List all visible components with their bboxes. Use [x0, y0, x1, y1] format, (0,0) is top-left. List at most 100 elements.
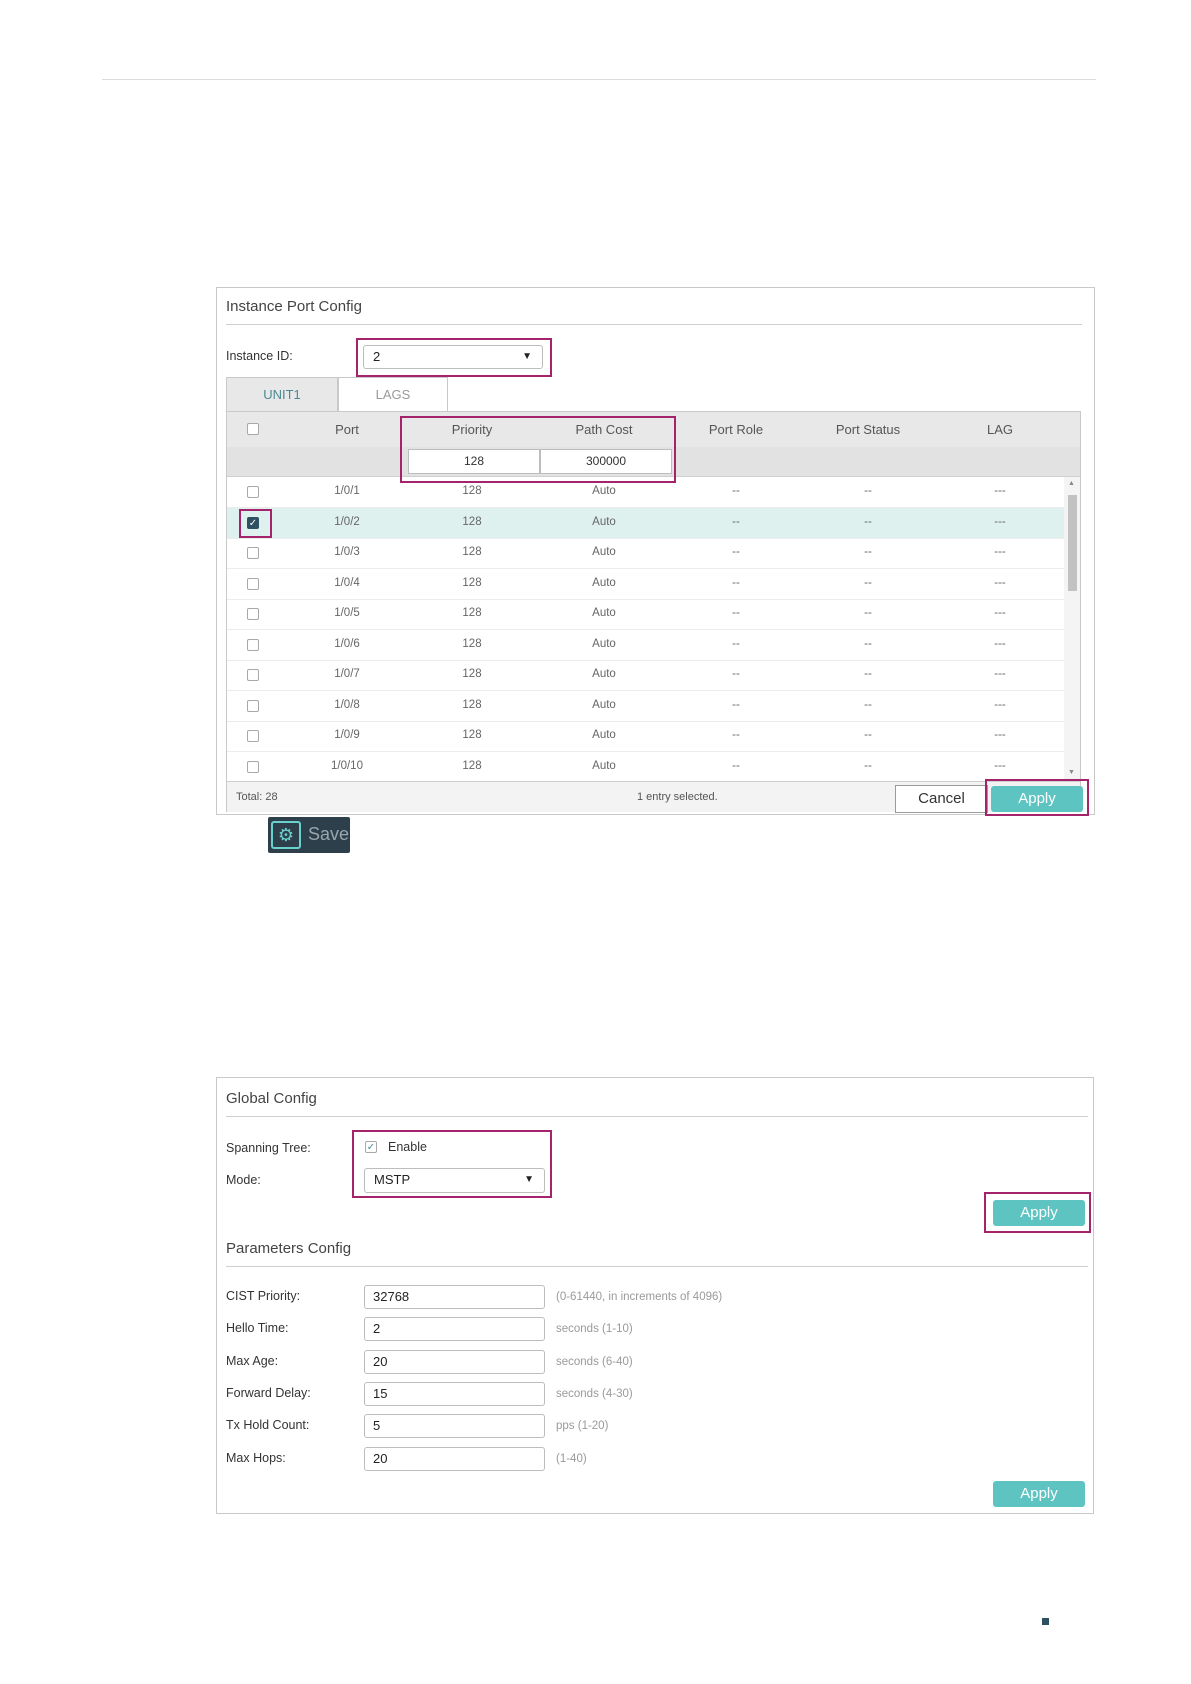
table-row[interactable]: 1/0/8 128 Auto -- -- ---: [227, 691, 1064, 722]
chevron-down-icon: ▼: [524, 1174, 534, 1185]
scroll-up-icon[interactable]: ▲: [1068, 480, 1075, 487]
row-checkbox[interactable]: [247, 669, 259, 681]
table-row[interactable]: 1/0/5 128 Auto -- -- ---: [227, 599, 1064, 630]
table-cell-role: --: [732, 607, 740, 619]
table-cell-path-cost: Auto: [592, 668, 616, 680]
scroll-down-icon[interactable]: ▼: [1068, 769, 1075, 776]
table-cell-status: --: [864, 729, 872, 741]
row-checkbox[interactable]: [247, 638, 259, 651]
table-cell-lag: ---: [994, 698, 1006, 711]
param-input[interactable]: 20: [364, 1446, 545, 1471]
row-checkbox[interactable]: [247, 608, 259, 620]
table-row[interactable]: 1/0/7 128 Auto -- -- ---: [227, 660, 1064, 691]
table-cell-priority: 128: [462, 607, 482, 619]
row-checkbox[interactable]: [247, 699, 259, 712]
table-cell-lag: ---: [994, 668, 1006, 680]
panel-divider: [226, 1266, 1088, 1267]
table-cell-status: --: [864, 485, 872, 497]
enable-checkbox[interactable]: ✓: [365, 1141, 377, 1153]
param-label: CIST Priority:: [226, 1289, 301, 1303]
table-cell-status: --: [864, 698, 872, 711]
mode-select[interactable]: MSTP ▼: [364, 1168, 545, 1193]
table-cell-port: 1/0/7: [334, 668, 360, 680]
table-row[interactable]: 1/0/4 128 Auto -- -- ---: [227, 569, 1064, 600]
table-cell-path-cost: Auto: [592, 637, 616, 650]
param-hint: seconds (4-30): [556, 1387, 633, 1400]
tab-label: LAGS: [375, 387, 411, 402]
table-cell-lag: ---: [994, 607, 1006, 619]
table-cell-port: 1/0/10: [331, 759, 363, 772]
table-row[interactable]: 1/0/10 128 Auto -- -- ---: [227, 752, 1064, 782]
table-cell-status: --: [864, 759, 872, 772]
apply-button[interactable]: Apply: [991, 786, 1083, 812]
column-header-port-role: Port Role: [708, 422, 764, 437]
table-cell-role: --: [732, 546, 740, 558]
table-cell-status: --: [864, 637, 872, 650]
column-header-lag: LAG: [986, 422, 1013, 437]
tab-lags[interactable]: LAGS: [338, 377, 448, 411]
param-input[interactable]: 2: [364, 1317, 545, 1342]
param-label: Tx Hold Count:: [226, 1418, 310, 1433]
row-checkbox[interactable]: [247, 577, 259, 590]
row-checkbox[interactable]: [247, 760, 259, 773]
param-label: Hello Time:: [226, 1321, 289, 1336]
table-cell-status: --: [864, 668, 872, 680]
table-edit-row: 128 300000: [227, 447, 1080, 477]
param-input[interactable]: 32768: [364, 1285, 545, 1309]
table-cell-role: --: [732, 515, 740, 528]
table-cell-lag: ---: [994, 759, 1006, 772]
row-checkbox[interactable]: ✓: [247, 516, 259, 529]
page-top-rule: [102, 79, 1096, 80]
instance-id-label: Instance ID:: [226, 349, 293, 363]
instance-id-select[interactable]: 2 ▼: [363, 345, 543, 369]
table-cell-lag: ---: [994, 729, 1006, 741]
table-row[interactable]: ✓ 1/0/2 128 Auto -- -- ---: [227, 507, 1064, 539]
param-input[interactable]: 15: [364, 1381, 545, 1406]
row-checkbox[interactable]: [247, 547, 259, 559]
table-cell-path-cost: Auto: [592, 729, 616, 741]
global-apply-button[interactable]: Apply: [993, 1200, 1085, 1226]
gear-save-icon: ⚙: [271, 821, 301, 849]
scroll-thumb[interactable]: [1068, 495, 1077, 591]
panel-title: Global Config: [226, 1090, 317, 1107]
column-header-port: Port: [335, 422, 359, 437]
table-cell-port: 1/0/4: [334, 576, 360, 589]
path-cost-input[interactable]: 300000: [540, 449, 672, 474]
param-input[interactable]: 20: [364, 1349, 545, 1374]
param-hint: pps (1-20): [556, 1420, 609, 1433]
panel-divider: [226, 1116, 1088, 1117]
table-row[interactable]: 1/0/9 128 Auto -- -- ---: [227, 721, 1064, 752]
save-button[interactable]: ⚙ Save: [268, 817, 350, 853]
table-cell-priority: 128: [462, 546, 482, 558]
table-cell-port: 1/0/1: [334, 485, 360, 497]
table-cell-path-cost: Auto: [592, 759, 616, 772]
table-row[interactable]: 1/0/6 128 Auto -- -- ---: [227, 630, 1064, 661]
cancel-button[interactable]: Cancel: [895, 785, 988, 813]
table-scrollbar[interactable]: ▲ ▼: [1064, 477, 1080, 781]
table-cell-path-cost: Auto: [592, 576, 616, 589]
section-title: Parameters Config: [226, 1240, 352, 1257]
param-label: Max Age:: [226, 1353, 279, 1368]
tab-unit1[interactable]: UNIT1: [226, 377, 338, 411]
total-count: Total: 28: [236, 791, 278, 803]
chevron-down-icon: ▼: [522, 351, 532, 362]
param-input[interactable]: 5: [364, 1414, 545, 1439]
param-hint: (0-61440, in increments of 4096): [556, 1291, 723, 1303]
table-cell-port: 1/0/3: [334, 546, 360, 558]
selection-status: 1 entry selected.: [637, 791, 718, 803]
column-header-priority: Priority: [451, 422, 493, 437]
table-cell-priority: 128: [462, 729, 482, 741]
table-cell-path-cost: Auto: [592, 546, 616, 558]
table-row[interactable]: 1/0/3 128 Auto -- -- ---: [227, 538, 1064, 569]
select-all-checkbox[interactable]: [247, 423, 259, 435]
panel-title: Instance Port Config: [226, 298, 362, 315]
priority-input[interactable]: 128: [408, 449, 540, 474]
instance-id-value: 2: [373, 349, 381, 364]
param-hint: seconds (6-40): [556, 1355, 633, 1368]
table-cell-lag: ---: [994, 637, 1006, 650]
params-apply-button[interactable]: Apply: [993, 1481, 1085, 1507]
table-row[interactable]: 1/0/1 128 Auto -- -- ---: [227, 477, 1064, 508]
row-checkbox[interactable]: [247, 486, 259, 498]
mode-value: MSTP: [374, 1172, 411, 1187]
row-checkbox[interactable]: [247, 730, 259, 742]
